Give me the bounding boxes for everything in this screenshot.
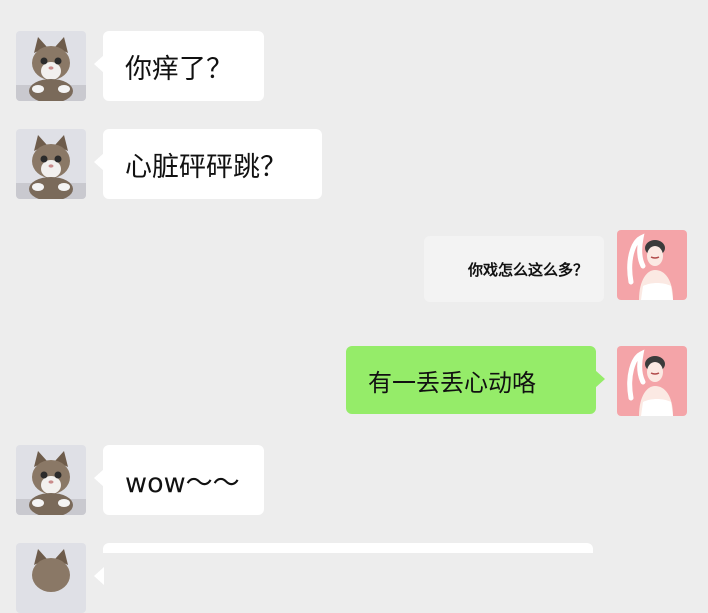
cat-avatar-icon[interactable] <box>16 543 86 613</box>
woman-avatar-icon[interactable] <box>617 230 687 300</box>
chat-area: 你痒了？ 心脏砰砰跳？ 你戏怎么这么多？ 有一丢丢心动咯 wow～～ <box>0 0 708 613</box>
message-bubble-4[interactable]: 有一丢丢心动咯 <box>346 346 605 414</box>
message-bubble-2[interactable]: 心脏砰砰跳？ <box>94 129 322 199</box>
cat-avatar-icon[interactable] <box>16 31 86 101</box>
message-bubble-3[interactable]: 你戏怎么这么多？ <box>424 236 604 302</box>
message-bubble-6[interactable] <box>94 543 593 585</box>
message-bubble-1[interactable]: 你痒了？ <box>94 31 264 101</box>
cat-avatar-icon[interactable] <box>16 445 86 515</box>
message-bubble-5[interactable]: wow～～ <box>94 445 264 515</box>
woman-avatar-icon[interactable] <box>617 346 687 416</box>
cat-avatar-icon[interactable] <box>16 129 86 199</box>
